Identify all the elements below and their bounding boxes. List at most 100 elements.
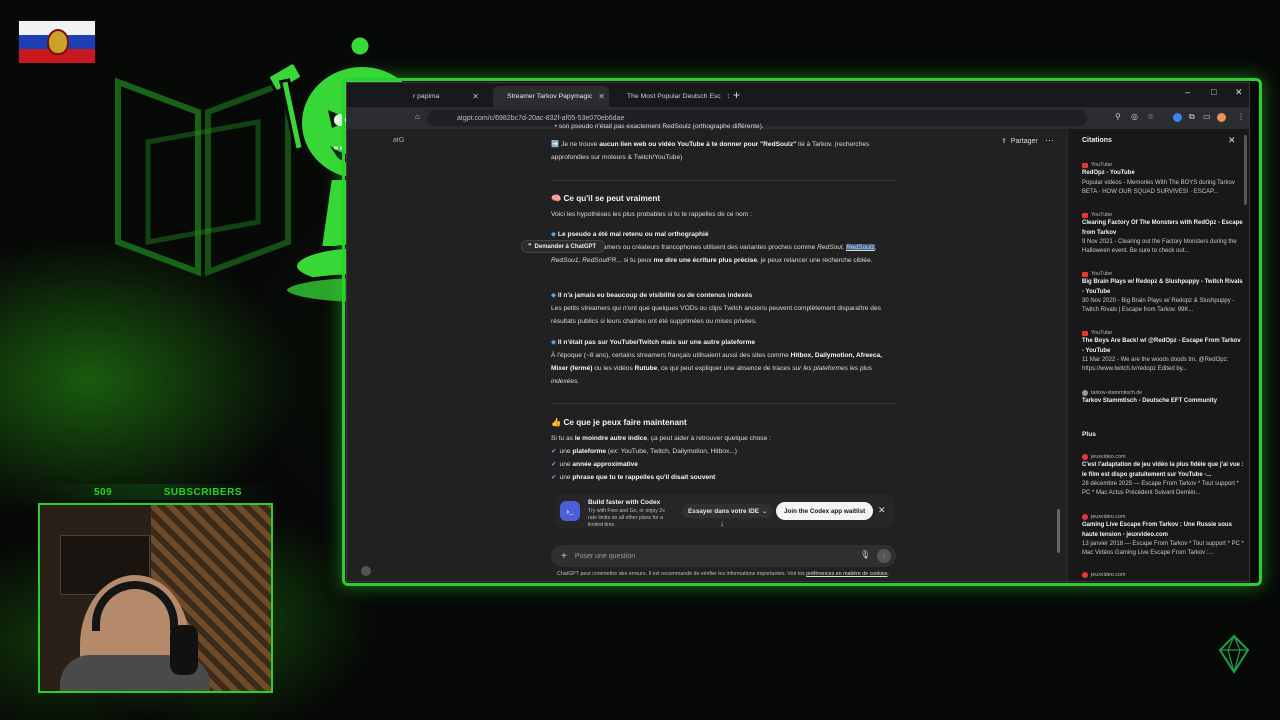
tab-bar: r papima ✕ Streamer Tarkov Papymagic ✕ T…: [347, 83, 1249, 107]
brain-icon: 🧠: [551, 194, 562, 203]
emerald-logo-icon: [1218, 634, 1250, 674]
section-intro: Si tu as le moindre autre indice, ça peu…: [551, 435, 771, 442]
citation-item[interactable]: jeuxvideo.com C'est l'adaptation de jeu …: [1082, 453, 1244, 499]
close-tab-icon[interactable]: ✕: [472, 92, 479, 101]
eye-off-icon[interactable]: ◎: [1131, 112, 1138, 121]
cookie-preferences-link[interactable]: préférences en matière de cookies: [806, 571, 887, 577]
ask-chatgpt-label: Demander à ChatGPT: [534, 243, 597, 250]
maximize-button[interactable]: □: [1211, 87, 1216, 97]
citations-title: Citations: [1082, 137, 1112, 144]
jeuxvideo-icon: [1082, 572, 1088, 579]
scrollbar[interactable]: [1244, 135, 1247, 205]
codex-description: Try with Free and Go, or enjoy 2x rate l…: [588, 508, 665, 528]
checklist: ✔ une plateforme (ex: YouTube, Twitch, Da…: [551, 446, 896, 485]
citation-item[interactable]: YouTube RedOpz - YouTube Popular videos …: [1082, 161, 1244, 197]
youtube-icon: [1082, 330, 1088, 336]
chevron-down-icon: ⌄: [762, 508, 768, 515]
join-waitlist-button[interactable]: Join the Codex app waitlist: [776, 502, 874, 520]
checkmark-icon: ✔: [551, 460, 557, 468]
profile-avatar[interactable]: [1217, 113, 1226, 122]
microphone-icon: [170, 625, 198, 675]
extension-icon[interactable]: [1173, 113, 1182, 122]
close-window-button[interactable]: ✕: [1235, 87, 1243, 98]
list-item: ✔ une année approximative: [551, 460, 638, 468]
website-icon: [1082, 390, 1088, 397]
divider: [551, 403, 896, 404]
new-tab-button[interactable]: +: [733, 88, 740, 102]
plus-icon[interactable]: +: [561, 551, 567, 562]
share-icon: ⇪: [1001, 138, 1007, 145]
tab-label: Streamer Tarkov Papymagic: [507, 93, 593, 100]
russia-flag-logo: [18, 20, 96, 63]
citation-item[interactable]: jeuxvideo.com Gaming Live Escape From Ta…: [1082, 513, 1244, 559]
list-item: ✔ une phrase que tu te rappelles qu'il di…: [551, 473, 716, 481]
share-button[interactable]: ⇪ Partager: [1001, 137, 1038, 146]
jeuxvideo-icon: [1082, 454, 1088, 461]
chat-label-fragment: atG: [393, 137, 405, 144]
close-tab-icon[interactable]: ✕: [727, 92, 729, 101]
minimize-button[interactable]: –: [1185, 87, 1190, 97]
microphone-icon[interactable]: 🎙: [860, 550, 870, 559]
tab-label: r papima: [413, 93, 440, 100]
youtube-icon: [1082, 162, 1088, 168]
codex-logo-icon: ›_: [560, 501, 580, 521]
citation-item[interactable]: jeuxvideo.com: [1082, 571, 1244, 579]
codex-title: Build faster with Codex: [588, 499, 661, 506]
diamond-icon: ◆: [551, 231, 557, 238]
section-heading: 🧠 Ce qu'il se peut vraiment: [551, 194, 661, 203]
more-heading: Plus: [1082, 431, 1096, 438]
prompt-input[interactable]: + Poser une question 🎙 ↑: [551, 545, 896, 567]
diamond-icon: ◆: [551, 339, 557, 346]
close-icon[interactable]: ✕: [878, 505, 886, 516]
kebab-menu-icon[interactable]: ⋮: [1237, 112, 1245, 121]
section-heading: 👍 Ce que je peux faire maintenant: [551, 418, 687, 427]
search-icon[interactable]: ⚲: [1115, 112, 1121, 121]
section-intro: Voici les hypothèses les plus probables …: [551, 211, 752, 218]
page-content: atG ⇪ Partager ··· • son pseudo n'était …: [347, 123, 1249, 581]
scroll-down-icon[interactable]: ↓: [720, 519, 724, 528]
diamond-icon: ◆: [551, 292, 557, 299]
browser-window: r papima ✕ Streamer Tarkov Papymagic ✕ T…: [346, 82, 1250, 582]
star-icon[interactable]: ☆: [1147, 112, 1154, 121]
tab-papimagic[interactable]: r papima ✕: [405, 86, 487, 107]
checkmark-icon: ✔: [551, 473, 557, 481]
scrollbar[interactable]: [1057, 509, 1060, 553]
send-button[interactable]: ↑: [877, 549, 891, 563]
youtube-icon: [1082, 212, 1088, 218]
citation-item[interactable]: tarkov-stammtisch.de Tarkov Stammtisch -…: [1082, 389, 1244, 407]
share-label: Partager: [1010, 137, 1038, 145]
tab-label: The Most Popular Deutsch Esc: [627, 93, 721, 100]
puzzle-icon[interactable]: ⧉: [1189, 112, 1195, 122]
youtube-icon: [1082, 271, 1088, 277]
hypothesis-3: ◆ Il n'était pas sur YouTube/Twitch mais…: [551, 339, 883, 385]
subscriber-counter: 509 SUBSCRIBERS: [40, 484, 272, 500]
avatar[interactable]: [361, 566, 371, 576]
quote-icon: ❞: [528, 244, 532, 250]
list-item: ✔ une plateforme (ex: YouTube, Twitch, Da…: [551, 448, 737, 455]
partial-text: • son pseudo n'était pas exactement RedS…: [551, 123, 764, 130]
arrow-right-icon: ➡️: [551, 141, 560, 148]
webcam-feed: [38, 503, 273, 693]
subscriber-count: 509: [94, 486, 113, 498]
sidebar-icon[interactable]: ▭: [1203, 112, 1211, 121]
jeuxvideo-icon: [1082, 514, 1088, 521]
close-icon[interactable]: ✕: [1228, 135, 1236, 146]
citations-panel: Citations ✕ YouTube RedOpz - YouTube Pop…: [1067, 129, 1249, 581]
hypothesis-2: ◆ Il n'a jamais eu beaucoup de visibilit…: [551, 292, 881, 325]
divider: [551, 180, 896, 181]
home-icon[interactable]: ⌂: [415, 112, 420, 121]
selected-text: RedSoulz: [846, 243, 875, 251]
citation-item[interactable]: YouTube The Boys Are Back! w/ @RedOpz - …: [1082, 329, 1244, 375]
codex-banner: ›_ Build faster with Codex Try with Free…: [556, 494, 894, 528]
citation-item[interactable]: YouTube Clearing Factory Of The Monsters…: [1082, 211, 1244, 257]
tab-streamer-tarkov[interactable]: Streamer Tarkov Papymagic ✕: [493, 86, 609, 107]
try-in-ide-button[interactable]: Essayer dans votre IDE ⌄: [682, 504, 774, 518]
ask-chatgpt-popup[interactable]: ❞ Demander à ChatGPT: [521, 240, 605, 253]
checkmark-icon: ✔: [551, 448, 557, 455]
citation-item[interactable]: YouTube Big Brain Plays w/ Redopz & Slus…: [1082, 270, 1244, 316]
notice-paragraph: ➡️ Je ne trouve aucun lien web ou vidéo …: [551, 141, 870, 161]
tab-most-popular[interactable]: The Most Popular Deutsch Esc ✕: [613, 86, 729, 107]
coat-of-arms-icon: [47, 29, 69, 55]
more-options-icon[interactable]: ···: [1045, 135, 1054, 145]
close-tab-icon[interactable]: ✕: [598, 92, 605, 101]
